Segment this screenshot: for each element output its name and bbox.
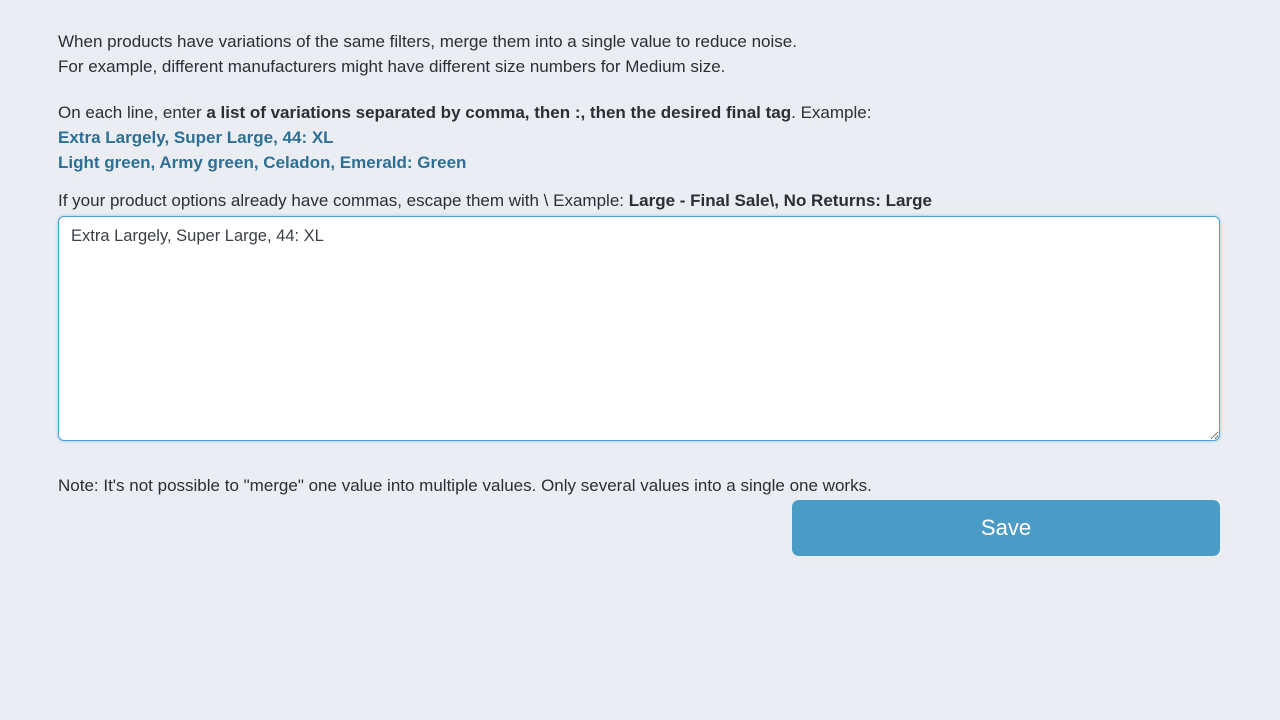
intro-block: When products have variations of the sam… [58, 30, 1240, 79]
merge-values-panel: When products have variations of the sam… [18, 30, 1280, 556]
example-line-2: Light green, Army green, Celadon, Emeral… [58, 151, 1240, 176]
button-row: Save [58, 500, 1220, 556]
escape-note: If your product options already have com… [58, 189, 1240, 214]
save-button[interactable]: Save [792, 500, 1220, 556]
intro-line-2: For example, different manufacturers mig… [58, 55, 1240, 80]
instructions-prefix: On each line, enter [58, 103, 206, 122]
intro-line-1: When products have variations of the sam… [58, 30, 1240, 55]
escape-bold: Large - Final Sale\, No Returns: Large [629, 191, 932, 210]
merge-rules-textarea[interactable]: Extra Largely, Super Large, 44: XL [58, 216, 1220, 441]
instructions-bold: a list of variations separated by comma,… [206, 103, 791, 122]
merge-note: Note: It's not possible to "merge" one v… [58, 474, 1240, 499]
instructions-line: On each line, enter a list of variations… [58, 101, 1240, 126]
instructions-suffix: . Example: [791, 103, 871, 122]
example-line-1: Extra Largely, Super Large, 44: XL [58, 126, 1240, 151]
escape-prefix: If your product options already have com… [58, 191, 629, 210]
